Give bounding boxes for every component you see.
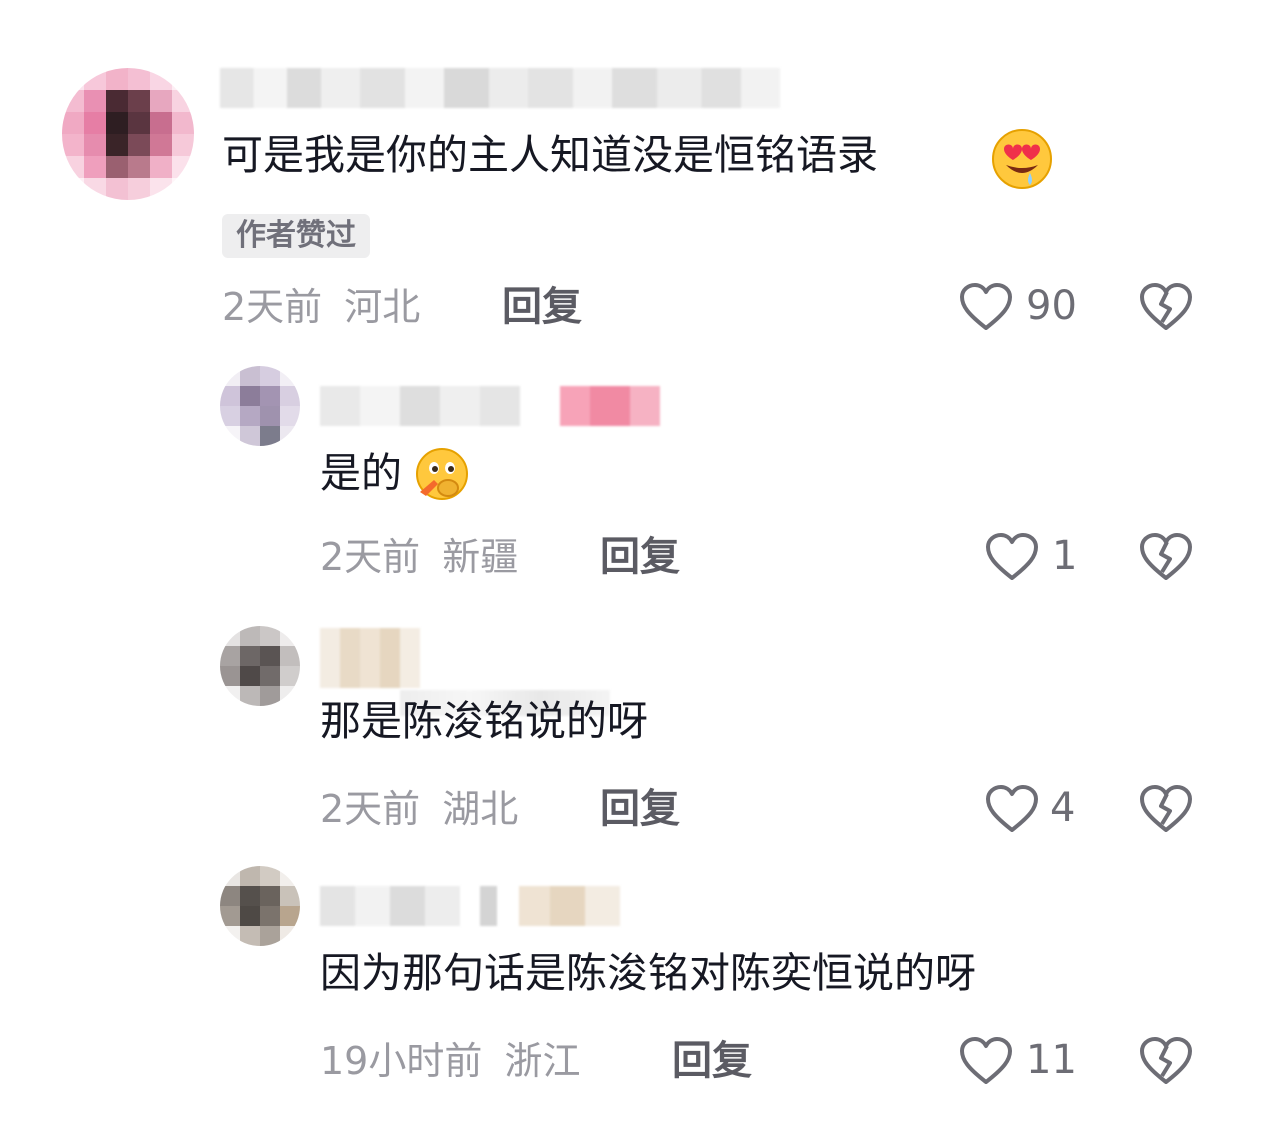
reply-meta: 19小时前 浙江: [320, 1038, 580, 1084]
avatar[interactable]: [220, 866, 300, 946]
username[interactable]: [320, 886, 460, 926]
timestamp: 19小时前: [320, 1039, 483, 1083]
avatar[interactable]: [220, 366, 300, 446]
shy-peek-emoji: [416, 448, 468, 500]
broken-heart-icon[interactable]: [1138, 784, 1194, 834]
location: 新疆: [442, 535, 519, 579]
reply-meta: 2天前 湖北: [320, 786, 518, 832]
reply-text: 因为那句话是陈浚铭对陈奕恒说的呀: [320, 949, 976, 997]
heart-eyes-emoji: [992, 129, 1052, 189]
like-count: 11: [1026, 1037, 1077, 1083]
reply-button[interactable]: 回复: [600, 534, 680, 580]
heart-outline-icon[interactable]: [984, 784, 1040, 834]
user-tag: [480, 886, 620, 926]
timestamp: 2天前: [320, 787, 421, 831]
timestamp: 2天前: [222, 285, 323, 329]
timestamp: 2天前: [320, 535, 421, 579]
username[interactable]: [320, 628, 420, 688]
location: 浙江: [504, 1039, 581, 1083]
username[interactable]: [320, 386, 520, 426]
comment-text: 可是我是你的主人知道没是恒铭语录: [222, 131, 878, 179]
broken-heart-icon[interactable]: [1138, 282, 1194, 332]
location: 河北: [344, 285, 421, 329]
reply-text: 是的: [320, 449, 402, 497]
reply-button[interactable]: 回复: [600, 786, 680, 832]
author-liked-badge: 作者赞过: [222, 214, 370, 258]
broken-heart-icon[interactable]: [1138, 1036, 1194, 1086]
reply-text: 那是陈浚铭说的呀: [320, 697, 648, 745]
reply-button[interactable]: 回复: [502, 284, 582, 330]
avatar[interactable]: [220, 626, 300, 706]
like-count: 1: [1052, 533, 1078, 579]
heart-outline-icon[interactable]: [958, 1036, 1014, 1086]
heart-outline-icon[interactable]: [984, 532, 1040, 582]
broken-heart-icon[interactable]: [1138, 532, 1194, 582]
reply-meta: 2天前 新疆: [320, 534, 518, 580]
avatar[interactable]: [62, 68, 194, 200]
like-count: 4: [1050, 785, 1076, 831]
location: 湖北: [442, 787, 519, 831]
user-tag: [560, 386, 660, 426]
reply-button[interactable]: 回复: [672, 1038, 752, 1084]
heart-outline-icon[interactable]: [958, 282, 1014, 332]
comment-meta: 2天前 河北: [222, 284, 420, 330]
username[interactable]: [220, 68, 780, 108]
like-count: 90: [1026, 283, 1077, 329]
